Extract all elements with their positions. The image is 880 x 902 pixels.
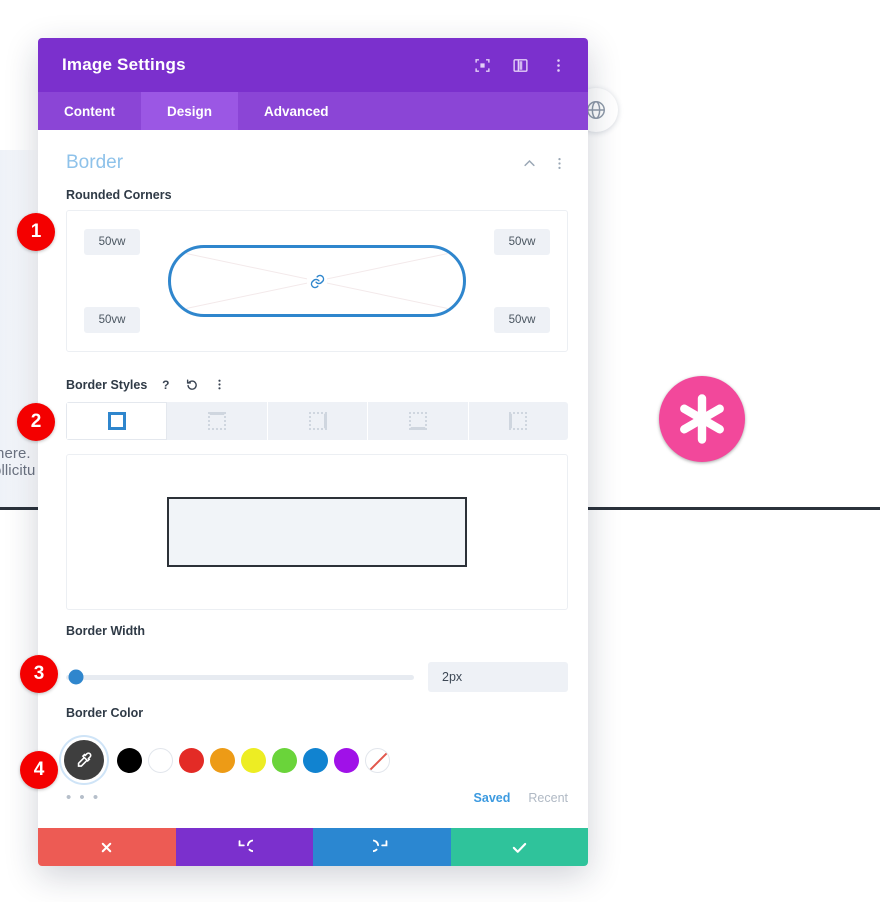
link-icon[interactable]: [307, 271, 327, 291]
redo-icon: [373, 839, 388, 852]
square-bottom-border-icon: [408, 412, 427, 430]
callout-1: 1: [17, 213, 55, 251]
swatch-green[interactable]: [272, 747, 297, 773]
tab-advanced[interactable]: Advanced: [238, 92, 355, 130]
border-preview-panel: [66, 454, 568, 610]
swatch-none[interactable]: [365, 747, 390, 773]
rounded-corners-panel: 50vw 50vw 50vw 50vw: [66, 210, 568, 352]
undo-icon: [238, 839, 253, 852]
undo-button[interactable]: [175, 828, 313, 866]
border-color-label: Border Color: [66, 706, 144, 720]
corner-input-bottom-left[interactable]: 50vw: [84, 307, 140, 333]
border-color-swatches: [38, 728, 588, 780]
section-title-border: Border: [66, 152, 124, 173]
swatch-blue[interactable]: [303, 747, 328, 773]
color-palette-footer: • • • Saved Recent: [38, 780, 588, 806]
square-top-border-icon: [208, 412, 227, 430]
border-style-right[interactable]: [267, 402, 369, 440]
border-style-bottom[interactable]: [368, 402, 469, 440]
image-settings-modal: Image Settings Content Design Advanced B…: [38, 38, 588, 866]
border-style-options: [66, 402, 568, 440]
page-title: Image Settings: [62, 55, 186, 74]
rounded-corners-widget: 50vw 50vw 50vw 50vw: [67, 211, 567, 351]
swatch-purple[interactable]: [334, 747, 359, 773]
border-width-input[interactable]: 2px: [428, 662, 568, 692]
layout-icon[interactable]: [510, 55, 530, 75]
border-styles-label: Border Styles: [66, 377, 148, 392]
tab-content[interactable]: Content: [38, 92, 141, 130]
border-width-slider[interactable]: [66, 666, 414, 688]
square-right-border-icon: [308, 412, 327, 430]
cancel-button[interactable]: [38, 828, 176, 866]
swatch-white[interactable]: [148, 747, 173, 773]
callout-3: 3: [20, 655, 58, 693]
slider-knob[interactable]: [68, 669, 84, 685]
slider-track: [66, 674, 414, 680]
rounded-corners-label: Rounded Corners: [66, 188, 172, 202]
reset-icon[interactable]: [184, 376, 201, 393]
callout-4: 4: [20, 751, 58, 789]
chevron-up-icon[interactable]: [520, 154, 538, 172]
check-icon: [512, 842, 526, 853]
section-more-vertical-icon[interactable]: [550, 154, 568, 172]
corner-input-top-right[interactable]: 50vw: [494, 229, 550, 255]
redo-button[interactable]: [313, 828, 451, 866]
square-solid-icon: [107, 412, 126, 430]
square-left-border-icon: [509, 412, 528, 430]
background-text-line-1: here.: [0, 445, 31, 462]
focus-icon[interactable]: [472, 55, 492, 75]
header-icon-group: [472, 55, 568, 75]
save-button[interactable]: [450, 828, 588, 866]
background-text-line-2: ollicitu: [0, 462, 36, 479]
modal-body: Border Rounded Corners 50vw 50vw 50vw 50…: [38, 130, 588, 866]
border-preview-rect: [167, 497, 467, 567]
close-icon: [102, 842, 112, 852]
recent-tab[interactable]: Recent: [528, 791, 568, 805]
border-width-row: 2px: [38, 646, 588, 692]
border-styles-more-vertical-icon[interactable]: [211, 376, 228, 393]
border-style-all[interactable]: [66, 402, 168, 440]
swatch-orange[interactable]: [210, 747, 235, 773]
saved-tab[interactable]: Saved: [474, 791, 511, 805]
border-width-label: Border Width: [66, 624, 146, 638]
eyedropper-icon[interactable]: [64, 740, 104, 780]
corner-shape-preview: [168, 245, 466, 317]
border-style-left[interactable]: [468, 402, 568, 440]
asterisk-icon[interactable]: [659, 376, 745, 462]
modal-footer: [38, 828, 588, 866]
callout-2: 2: [17, 403, 55, 441]
swatch-black[interactable]: [117, 747, 142, 773]
border-section-header: Border: [38, 130, 588, 174]
border-styles-header: Border Styles ?: [38, 352, 588, 402]
question-icon[interactable]: ?: [157, 376, 174, 393]
modal-header: Image Settings: [38, 38, 588, 92]
more-colors-button[interactable]: • • •: [66, 789, 474, 806]
swatch-yellow[interactable]: [241, 747, 266, 773]
corner-input-top-left[interactable]: 50vw: [84, 229, 140, 255]
corner-input-bottom-right[interactable]: 50vw: [494, 307, 550, 333]
swatch-red[interactable]: [179, 747, 204, 773]
border-style-top[interactable]: [167, 402, 268, 440]
modal-tabbar: Content Design Advanced: [38, 92, 588, 130]
tab-design[interactable]: Design: [141, 92, 239, 130]
more-vertical-icon[interactable]: [548, 55, 568, 75]
